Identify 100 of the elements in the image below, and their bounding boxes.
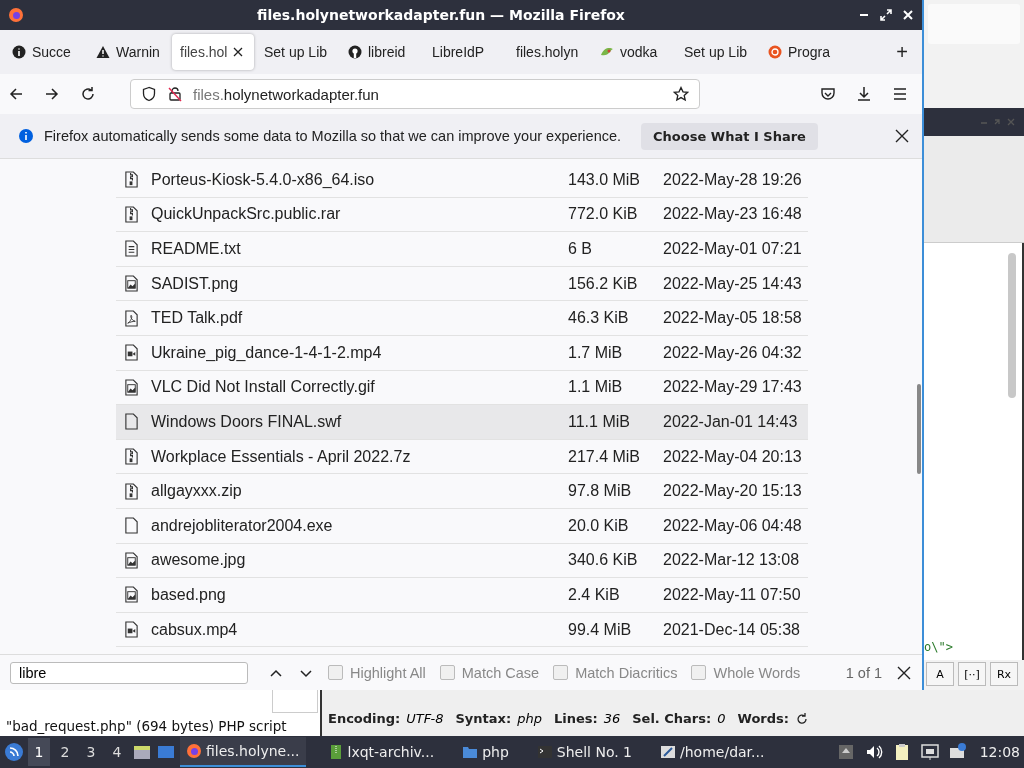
file-name[interactable]: based.png [151,585,568,604]
browser-tab[interactable]: libreid [340,34,422,70]
video-file-icon [124,621,139,638]
browser-tab[interactable]: Progra [760,34,842,70]
image-file-icon [124,586,139,604]
network-icon[interactable] [919,742,940,762]
taskbar-task[interactable]: php [456,737,515,767]
checkbox[interactable] [439,665,455,680]
file-name[interactable]: Ukraine_pig_dance-1-4-1-2.mp4 [151,343,568,362]
status-value: php [517,711,542,726]
status-text: "bad_request.php" (694 bytes) PHP script [6,718,288,734]
file-size: 2.4 KiB [568,585,621,604]
close-icon[interactable] [896,664,912,681]
desktop-button[interactable]: 3 [80,738,102,766]
taskbar-task[interactable]: lxqt-archiv... [321,737,441,767]
refresh-icon[interactable] [794,712,809,726]
reload-icon[interactable] [80,86,96,102]
checkbox[interactable] [553,665,569,680]
archive-file-icon [124,205,139,223]
file-row[interactable]: based.png 2.4 KiB 2022-May-11 07:50 [116,578,808,613]
file-date: 2022-May-04 20:13 [663,447,802,466]
desktop-button[interactable]: 4 [106,738,128,766]
taskbar-task[interactable]: /home/dar... [654,737,771,767]
file-date: 2022-May-29 17:43 [663,378,802,397]
input-field[interactable] [272,690,318,713]
pocket-icon[interactable] [820,86,836,102]
taskbar-task[interactable]: files.holyne... [180,737,306,767]
image-file-icon [124,378,139,396]
file-name[interactable]: andrejobliterator2004.exe [151,516,568,535]
desktop-button[interactable]: 1 [28,738,50,766]
checkbox-label[interactable]: Whole Words [713,664,801,681]
forward-icon[interactable] [44,86,60,102]
firefox-logo-icon [8,7,24,23]
scrollbar-thumb[interactable] [1008,253,1016,398]
file-row[interactable]: Workplace Essentials - April 2022.7z 217.4 MiB 2022-May-04 20:13 [116,439,808,475]
editor-toolbar-button[interactable]: Rx [990,662,1018,686]
info-icon [12,45,26,59]
checkbox-label[interactable]: Match Case [461,664,540,681]
file-icon [124,413,139,431]
maximize-icon[interactable] [880,9,892,21]
browser-tab[interactable]: Warnin [88,34,170,70]
file-name[interactable]: Windows Doors FINAL.swf [151,412,568,431]
address-field[interactable]: files.holynetworkadapter.fun [130,79,700,109]
browser-tab[interactable]: Set up Lib [676,34,758,70]
site-logo-icon [348,45,362,59]
download-icon[interactable] [856,86,872,102]
editor-toolbar-button[interactable]: [··] [958,662,986,686]
file-date: 2022-May-20 15:13 [663,482,802,501]
file-name[interactable]: QuickUnpackSrc.public.rar [151,205,568,224]
checkbox[interactable] [328,665,343,680]
clock: 12:08 [979,744,1020,760]
file-date: 2022-May-06 04:48 [663,516,802,535]
status-value: 36 [603,711,621,726]
browser-tab[interactable]: LibreIdP [424,34,506,70]
desktop-button[interactable]: 2 [54,738,76,766]
browser-tab[interactable]: files.holyn [508,34,590,70]
editor-icon [660,744,676,760]
checkbox[interactable] [691,665,707,680]
browser-tab[interactable]: Set up Lib [256,34,338,70]
archive-file-icon [124,482,139,500]
editor-toolbar-button[interactable]: A [926,662,954,686]
close-icon[interactable] [894,128,910,144]
start-menu-icon[interactable] [4,742,24,762]
menu-icon[interactable] [892,86,908,102]
file-name[interactable]: Porteus-Kiosk-5.4.0-x86_64.iso [151,170,568,189]
file-row[interactable]: Windows Doors FINAL.swf 11.1 MiB 2022-Jan-01 14:43 [116,405,808,440]
file-size: 97.8 MiB [568,482,633,501]
file-row[interactable]: SADIST.png 156.2 KiB 2022-May-25 14:43 [116,266,808,302]
file-row[interactable]: QuickUnpackSrc.public.rar 772.0 KiB 2022-May-23 16:48 [116,197,808,233]
scrollbar-thumb[interactable] [917,384,921,474]
browser-tab[interactable]: files.hol [172,34,254,70]
bookmark-star-icon[interactable] [673,86,689,102]
file-row[interactable]: Ukraine_pig_dance-1-4-1-2.mp4 1.7 MiB 2022-May-26 04:32 [116,335,808,371]
file-name[interactable]: VLC Did Not Install Correctly.gif [151,378,568,397]
file-row[interactable]: TED Talk.pdf 46.3 KiB 2022-May-05 18:58 [116,301,808,336]
file-row[interactable]: README.txt 6 B 2022-May-01 07:21 [116,232,808,267]
file-name[interactable]: awesome.jpg [151,551,568,570]
file-row[interactable]: cabsux.mp4 99.4 MiB 2021-Dec-14 05:38 [116,612,808,648]
file-name[interactable]: Workplace Essentials - April 2022.7z [151,447,568,466]
file-name[interactable]: SADIST.png [151,274,568,293]
close-tab-icon[interactable] [233,47,244,57]
shield-icon[interactable] [141,86,157,102]
new-tab-button[interactable]: + [886,39,918,65]
pdf-file-icon [124,309,139,327]
file-name[interactable]: allgayxxx.zip [151,482,568,501]
file-name[interactable]: TED Talk.pdf [151,309,568,328]
file-row[interactable]: allgayxxx.zip 97.8 MiB 2022-May-20 15:13 [116,474,808,509]
taskbar-task[interactable]: Shell No. 1 [530,737,638,767]
file-row[interactable]: Porteus-Kiosk-5.4.0-x86_64.iso 143.0 MiB 2022-May-28 19:26 [116,163,808,198]
insecure-lock-icon[interactable] [167,86,183,102]
browser-tab[interactable]: vodka [592,34,674,70]
back-icon[interactable] [8,86,24,102]
file-row[interactable]: andrejobliterator2004.exe 20.0 KiB 2022-May-06 04:48 [116,508,808,544]
file-name[interactable]: README.txt [151,240,568,258]
image-file-icon [124,551,139,569]
file-row[interactable]: awesome.jpg 340.6 KiB 2022-Mar-12 13:08 [116,543,808,579]
file-name[interactable]: cabsux.mp4 [151,620,568,639]
browser-tab[interactable]: Succe [4,34,86,70]
choose-share-button[interactable]: Choose What I Share [641,122,818,150]
find-field[interactable]: libre [10,661,248,684]
